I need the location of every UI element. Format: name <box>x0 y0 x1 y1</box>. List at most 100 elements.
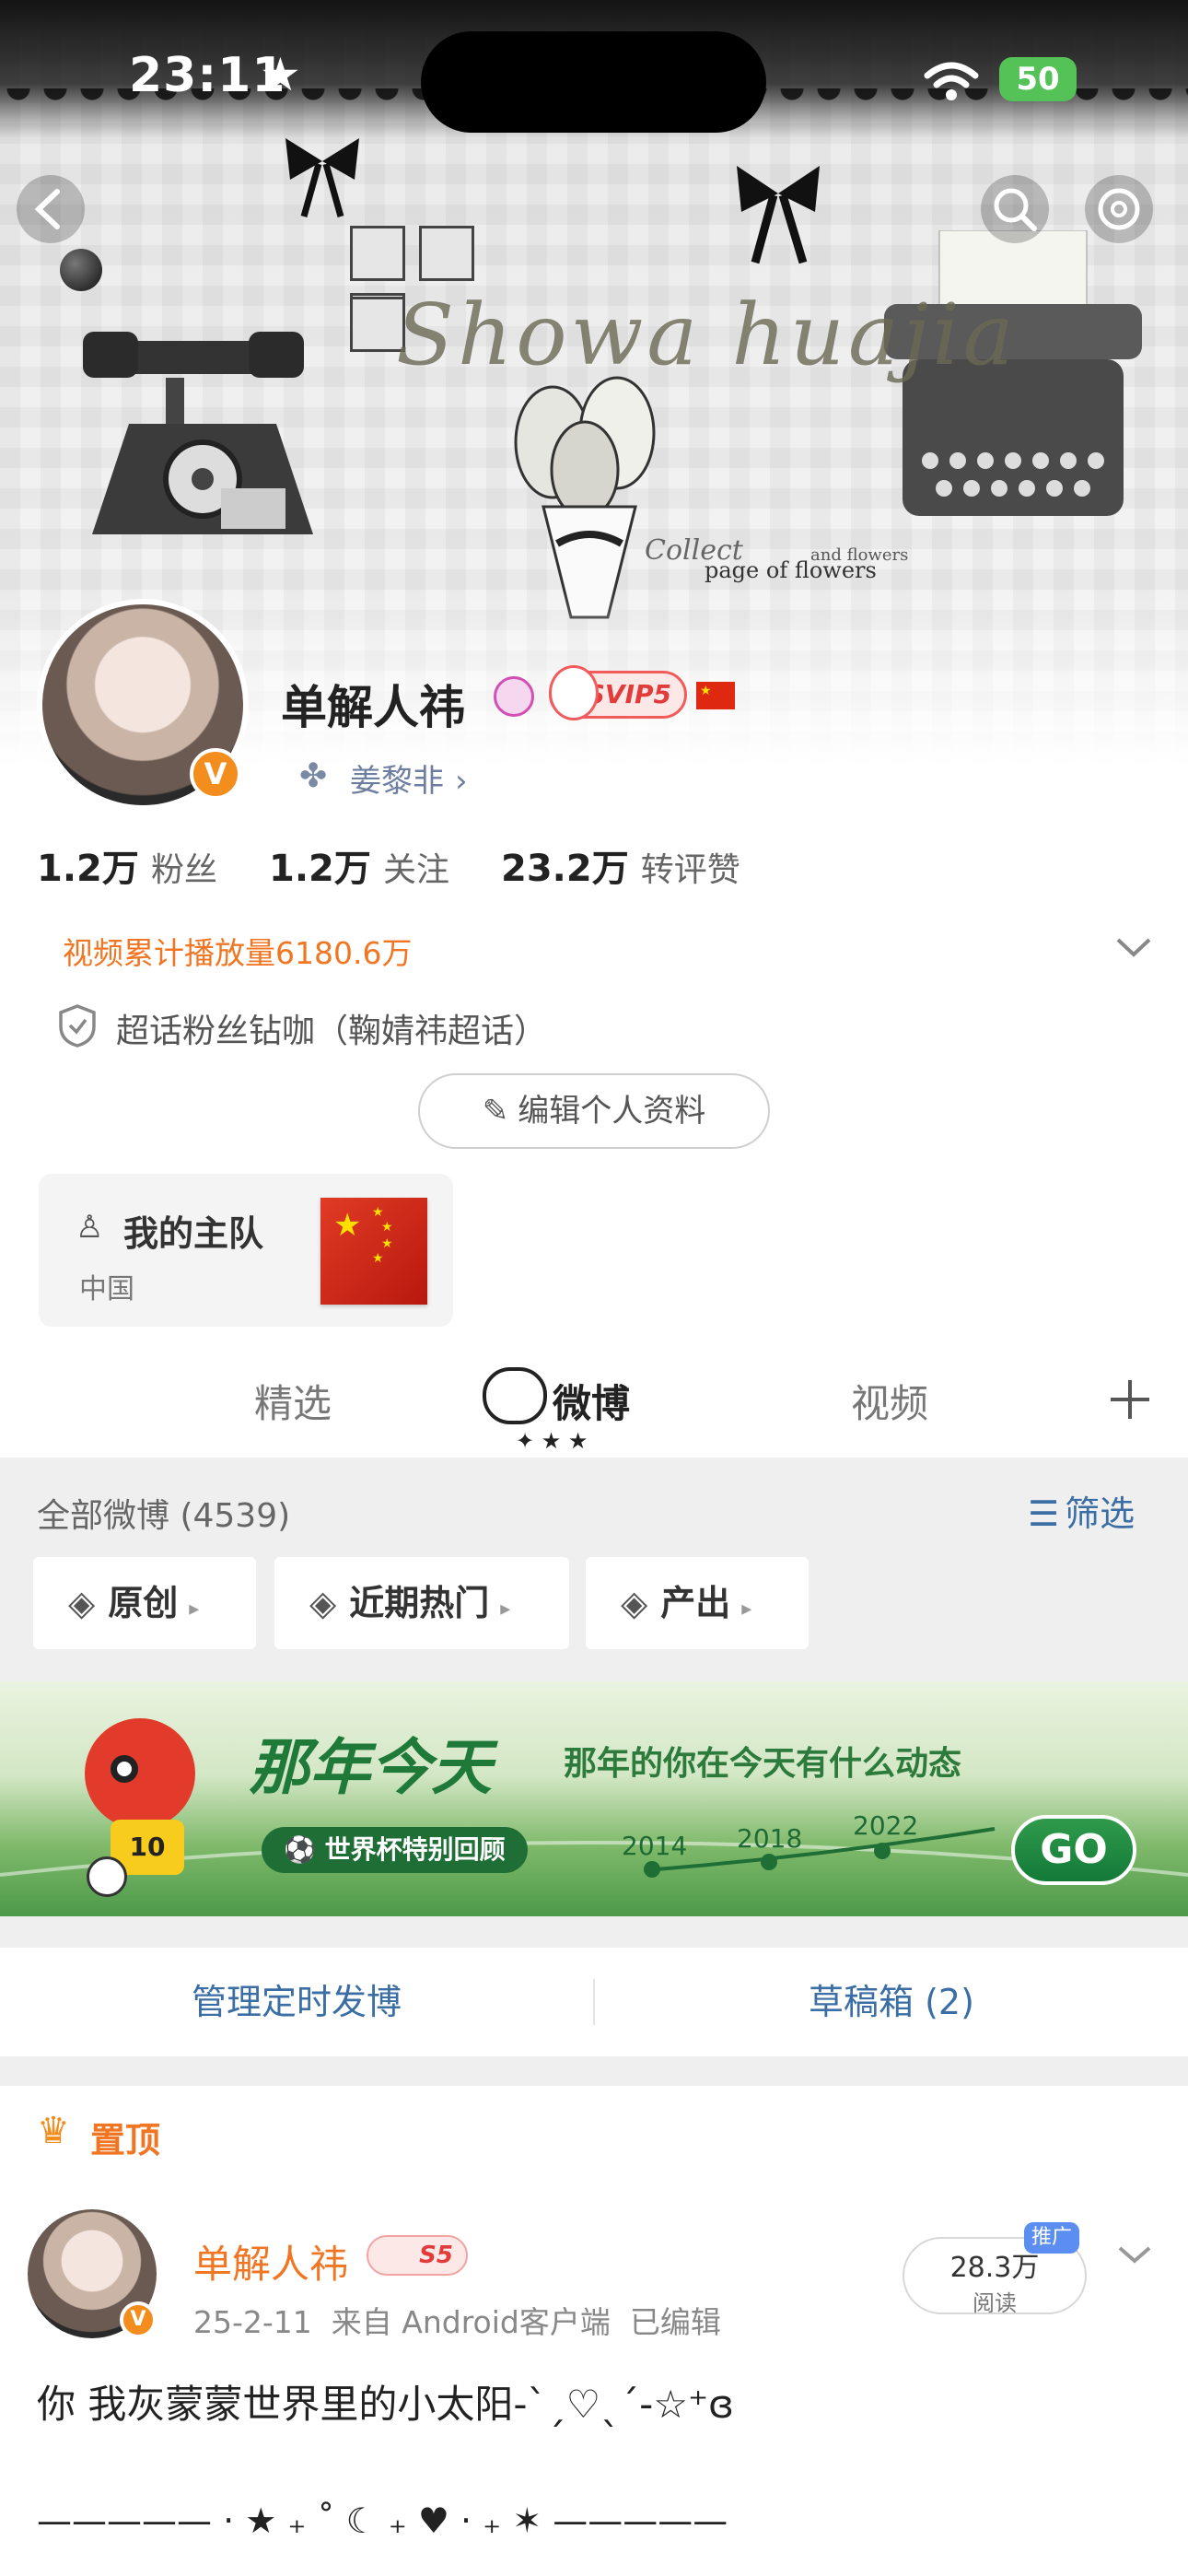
search-button[interactable] <box>981 175 1049 243</box>
back-button[interactable] <box>17 175 85 243</box>
tab-active-indicator: ✦ ★ ★ <box>516 1428 588 1454</box>
linked-account-name: 姜黎非 <box>350 763 444 800</box>
search-icon <box>994 188 1037 231</box>
video-play-count: 视频累计播放量6180.6万 <box>63 935 413 971</box>
tab-video[interactable]: 视频 <box>851 1373 928 1429</box>
feed-filter-section: 全部微博 (4539) ☰ 筛选 ◈ 原创 ▸ ◈ 近期热门 ▸ ◈ 产出 ▸ <box>0 1458 1188 1682</box>
stat-followers[interactable]: 1.2万 粉丝 <box>37 838 217 892</box>
gear-icon <box>1098 188 1140 230</box>
section-gap <box>0 2056 1188 2086</box>
post-actions-row: 管理定时发博 草稿箱 (2) <box>0 1948 1188 2056</box>
clover-icon: ✤ <box>299 757 328 795</box>
dynamic-island <box>421 31 766 133</box>
post-meta: 25-2-11 来自 Android客户端 已编辑 <box>193 2304 721 2340</box>
football-icon <box>87 1856 127 1897</box>
tab-featured[interactable]: 精选 <box>254 1373 332 1429</box>
banner-caption-collect: Collect <box>645 534 743 567</box>
stat-value: 1.2万 <box>269 848 371 890</box>
battery-indicator: 50 <box>999 57 1077 101</box>
banner-script-title: Showa huajia <box>396 286 1018 384</box>
layers-icon: ◈ <box>309 1583 337 1623</box>
wifi-icon <box>924 62 979 100</box>
bow-decoration <box>737 166 820 264</box>
vip-mascot-icon <box>549 665 599 720</box>
linked-account-link[interactable]: 姜黎非 › <box>350 755 468 801</box>
star-icon: ★ <box>260 48 301 101</box>
add-tab-icon[interactable] <box>1107 1376 1153 1423</box>
timeline-year: 2018 <box>737 1823 803 1854</box>
caret-right-icon: ▸ <box>741 1598 752 1621</box>
telephone-illustration <box>83 332 313 534</box>
chevron-down-icon[interactable] <box>1114 2241 1155 2268</box>
chip-output[interactable]: ◈ 产出 ▸ <box>586 1557 809 1649</box>
layers-icon: ◈ <box>68 1583 96 1623</box>
layers-icon: ◈ <box>621 1583 648 1623</box>
shield-icon <box>59 1004 96 1048</box>
all-posts-count: 全部微博 (4539) <box>37 1497 291 1535</box>
stat-engagement[interactable]: 23.2万 转评赞 <box>501 838 740 892</box>
photo-strip-decoration <box>221 488 285 529</box>
stat-value: 1.2万 <box>37 848 139 890</box>
team-flag: ★ ★ ★ ★ ★ <box>320 1198 427 1305</box>
promo-tag: ⚽ 世界杯特别回顾 <box>262 1827 528 1873</box>
promote-tag[interactable]: 推广 <box>1024 2222 1079 2254</box>
scheduled-posts-button[interactable]: 管理定时发博 <box>0 1948 593 2056</box>
promo-subtitle: 那年的你在今天有什么动态 <box>564 1745 962 1783</box>
timeline-line <box>644 1827 996 1878</box>
bow-decoration-small <box>285 138 359 217</box>
settings-button[interactable] <box>1085 175 1153 243</box>
banner-caption-flowers: and flowers <box>810 545 909 565</box>
tab-weibo[interactable]: 微博 <box>553 1373 630 1429</box>
soccer-ball-icon: ⚽ <box>284 1834 316 1865</box>
supertopic-fan-level[interactable]: 超话粉丝钻咖（鞠婧祎超话） <box>116 1004 547 1052</box>
promo-title: 那年今天 <box>249 1732 492 1803</box>
edit-profile-button[interactable]: ✎ 编辑个人资料 <box>418 1073 770 1149</box>
caret-right-icon: ▸ <box>500 1598 511 1621</box>
chip-recent-hot[interactable]: ◈ 近期热门 ▸ <box>274 1557 569 1649</box>
chevron-right-icon: › <box>455 763 468 800</box>
drafts-button[interactable]: 草稿箱 (2) <box>595 1948 1188 2056</box>
post-divider-text: ————— · ★ ₊ ˚ ☾ ₊ ♥ · ₊ ✶ ————— <box>37 2500 728 2541</box>
bouquet-illustration <box>514 376 656 619</box>
level-badge: S5 <box>367 2235 468 2276</box>
stat-label: 转评赞 <box>640 851 740 889</box>
timeline-year: 2014 <box>622 1831 688 1861</box>
search-badge-icon[interactable] <box>494 676 534 717</box>
go-button[interactable]: GO <box>1011 1815 1136 1885</box>
team-country: 中国 <box>79 1273 134 1306</box>
china-flag-icon: ★ <box>696 682 735 709</box>
profile-name: 单解人祎 <box>281 681 465 734</box>
pencil-icon: ✎ <box>482 1093 509 1130</box>
filter-button[interactable]: ☰ 筛选 <box>1028 1485 1135 1536</box>
typewriter-illustration <box>884 230 1142 516</box>
filter-icon: ☰ <box>1028 1493 1060 1534</box>
team-icon: ♙ <box>76 1209 104 1246</box>
chip-label: 近期热门 <box>349 1583 490 1623</box>
chevron-down-icon[interactable] <box>1112 932 1155 960</box>
on-this-day-promo[interactable]: 10 那年今天 那年的你在今天有什么动态 ⚽ 世界杯特别回顾 2014 2018… <box>0 1681 1188 1916</box>
stat-value: 23.2万 <box>501 848 629 890</box>
chip-label: 原创 <box>108 1583 179 1623</box>
rose-tile <box>350 226 405 281</box>
caret-right-icon: ▸ <box>189 1598 200 1621</box>
post-text: 你 我灰蒙蒙世界里的小太阳-ˋˏ♡ˎˊ-☆⁺ɞ <box>37 2382 735 2427</box>
chip-label: 产出 <box>660 1583 731 1623</box>
rose-tile <box>419 226 474 281</box>
weibo-tab-icon <box>483 1367 547 1424</box>
pearl-decoration <box>60 249 102 291</box>
filter-label: 筛选 <box>1065 1493 1136 1534</box>
post-author-name[interactable]: 单解人祎 <box>193 2233 348 2289</box>
promo-tag-label: 世界杯特别回顾 <box>324 1834 506 1865</box>
read-count-label: 阅读 <box>973 2290 1017 2316</box>
stat-following[interactable]: 1.2万 关注 <box>269 838 449 892</box>
stat-label: 关注 <box>382 851 449 889</box>
chevron-left-icon <box>34 189 60 229</box>
crown-icon: ♛ <box>37 2110 70 2152</box>
team-title: 我的主队 <box>123 1213 264 1254</box>
chip-original[interactable]: ◈ 原创 ▸ <box>33 1557 256 1649</box>
weibo-mascot <box>85 1718 195 1829</box>
home-team-card[interactable]: ♙ 我的主队 中国 ★ ★ ★ ★ ★ <box>39 1174 453 1327</box>
section-gap <box>0 1916 1188 1948</box>
verified-badge: V <box>190 748 241 800</box>
edit-profile-label: 编辑个人资料 <box>518 1093 706 1130</box>
